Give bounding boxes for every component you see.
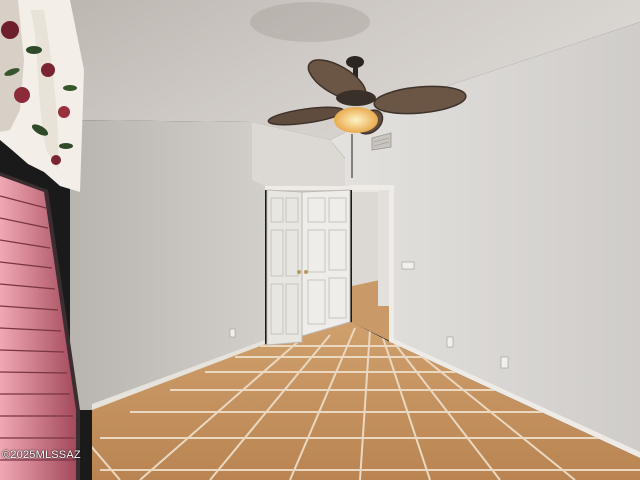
light-switch: [401, 261, 415, 270]
outlet-right-wall: [446, 336, 454, 348]
outlet-right-wall-2: [500, 356, 509, 369]
outlet-left-wall: [229, 328, 236, 338]
room-photo: ©2025MLSSAZ: [0, 0, 640, 480]
hallway-wall: [352, 192, 380, 288]
door-knob-right: [304, 270, 308, 274]
watermark-text: ©2025MLSSAZ: [2, 449, 81, 461]
window-blinds: [0, 172, 80, 480]
door-trim-top: [349, 185, 394, 190]
fan-light-globe: [334, 107, 378, 133]
floral-valance: [0, 0, 84, 192]
door-trim-right: [389, 185, 394, 343]
room-illustration: [0, 0, 640, 480]
ceiling-shadow: [250, 2, 370, 42]
door-knob-left: [297, 270, 301, 274]
closet-doors: [265, 186, 351, 346]
